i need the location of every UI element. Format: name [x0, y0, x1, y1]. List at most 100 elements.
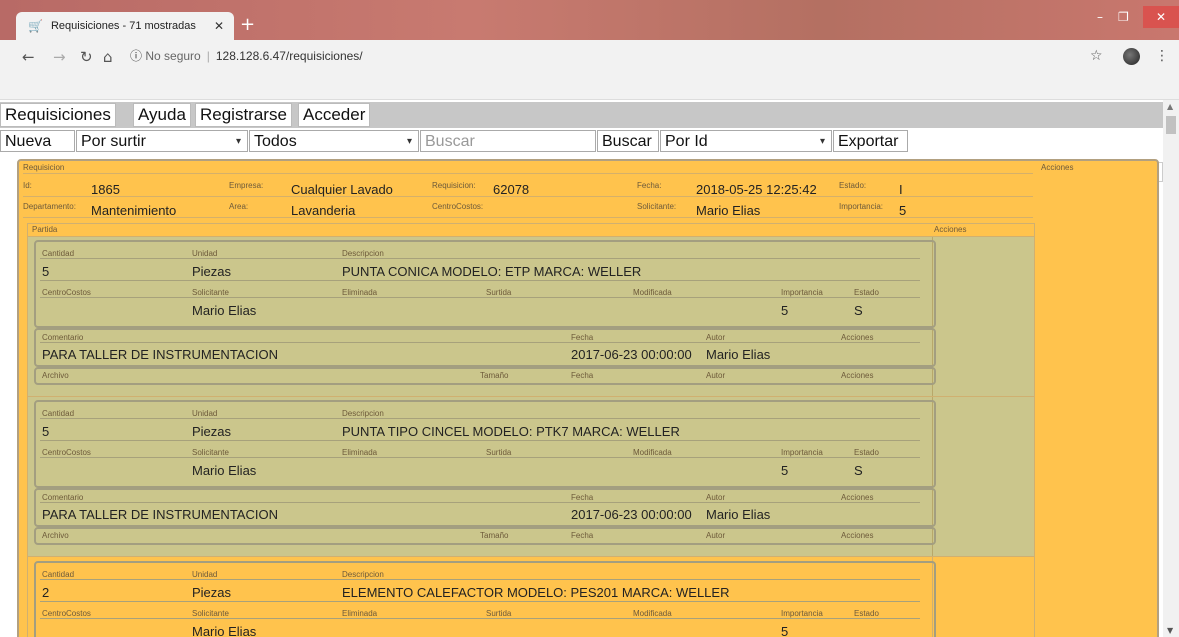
descripcion-value: PUNTA TIPO CINCEL MODELO: PTK7 MARCA: WE…: [342, 424, 680, 439]
scroll-thumb[interactable]: [1166, 116, 1176, 134]
requisicion-row-1: Id: 1865 Empresa: Cualquier Lavado Requi…: [23, 178, 1033, 197]
eliminada-label: Eliminada: [342, 448, 378, 457]
autor-label: Autor: [706, 531, 726, 540]
acciones-label: Acciones: [841, 531, 874, 540]
bookmarks-bar: [0, 77, 1179, 100]
scroll-down-icon[interactable]: ▼: [1167, 626, 1173, 635]
menu-acceder[interactable]: Acceder: [298, 103, 371, 127]
tamano-label: Tamaño: [480, 371, 509, 380]
fecha-value: 2017-06-23 00:00:00: [571, 507, 692, 522]
browser-tab[interactable]: 🛒 Requisiciones - 71 mostradas ✕: [16, 12, 234, 40]
menu-registrarse[interactable]: Registrarse: [195, 103, 292, 127]
partidas-panel: Partida Acciones Cantidad Unidad Descrip…: [27, 223, 1035, 637]
descripcion-value: PUNTA CONICA MODELO: ETP MARCA: WELLER: [342, 264, 642, 279]
new-tab-icon[interactable]: +: [240, 14, 255, 35]
url-security: No seguro: [145, 49, 201, 63]
modificada-label: Modificada: [633, 448, 672, 457]
fecha-label: Fecha: [571, 333, 594, 342]
id-value: 1865: [91, 182, 120, 197]
descripcion-label: Descripcion: [342, 409, 384, 418]
descripcion-label: Descripcion: [342, 249, 384, 258]
url-text: 128.128.6.47/requisiciones/: [215, 49, 363, 63]
page-scrollbar[interactable]: ▲ ▼: [1163, 100, 1179, 637]
cantidad-value: 2: [42, 585, 50, 600]
exportar-button[interactable]: Exportar: [833, 130, 908, 152]
solicitante-label: Solicitante: [192, 288, 229, 297]
scroll-up-icon[interactable]: ▲: [1167, 102, 1173, 111]
autor-label: Autor: [706, 371, 726, 380]
importancia-value: 5: [781, 303, 789, 318]
empresa-label: Empresa:: [229, 181, 264, 190]
requisicion-label: Requisicion:: [432, 181, 476, 190]
forward-icon[interactable]: →: [53, 48, 66, 66]
orden-select[interactable]: Por Id ▾: [660, 130, 832, 152]
fecha-label: Fecha: [571, 371, 594, 380]
divider: [40, 457, 920, 458]
nueva-button[interactable]: Nueva: [0, 130, 75, 152]
id-label: Id:: [23, 181, 32, 190]
departamento-value: Mantenimiento: [91, 203, 177, 218]
comentario-box: Comentario Fecha Autor Acciones PARA TAL…: [34, 488, 936, 527]
solicitante-value: Mario Elias: [192, 463, 257, 478]
unidad-label: Unidad: [192, 570, 218, 579]
cantidad-label: Cantidad: [42, 409, 75, 418]
search-input[interactable]: Buscar: [420, 130, 596, 152]
profile-avatar[interactable]: [1123, 48, 1140, 65]
todos-select[interactable]: Todos ▾: [249, 130, 419, 152]
partida-detail-box: Cantidad Unidad Descripcion 5 Piezas PUN…: [34, 240, 936, 328]
page-content: Requisiciones Ayuda Registrarse Acceder …: [0, 100, 1163, 637]
importancia-label: Importancia: [781, 448, 823, 457]
filter-bar: Nueva Por surtir ▾ Todos ▾ Buscar Buscar P…: [0, 130, 1163, 182]
eliminada-label: Eliminada: [342, 288, 378, 297]
home-icon[interactable]: ⌂: [103, 48, 113, 66]
tamano-label: Tamaño: [480, 531, 509, 540]
restore-icon[interactable]: ❐: [1118, 10, 1129, 24]
archivo-label: Archivo: [42, 371, 69, 380]
empresa-value: Cualquier Lavado: [291, 182, 393, 197]
centrocostos-label: CentroCostos: [42, 448, 91, 457]
eliminada-label: Eliminada: [342, 609, 378, 618]
chevron-down-icon: ▾: [819, 136, 825, 147]
close-window-icon[interactable]: ✕: [1143, 6, 1179, 28]
divider: [40, 579, 920, 580]
menu-dots-icon[interactable]: ⋮: [1155, 48, 1169, 64]
solicitante-value: Mario Elias: [696, 203, 761, 218]
cart-icon: 🛒: [28, 19, 43, 33]
address-bar[interactable]: ⓘ No seguro | 128.128.6.47/requisiciones/: [130, 47, 363, 64]
minimize-icon[interactable]: –: [1097, 10, 1103, 24]
departamento-label: Departamento:: [23, 202, 76, 211]
search-button[interactable]: Buscar: [597, 130, 659, 152]
acciones-label: Acciones: [841, 371, 874, 380]
chevron-down-icon: ▾: [235, 136, 241, 147]
autor-value: Mario Elias: [706, 347, 771, 362]
solicitante-label: Solicitante:: [637, 202, 677, 211]
estado-select[interactable]: Por surtir ▾: [76, 130, 248, 152]
cantidad-value: 5: [42, 424, 50, 439]
importancia-label: Importancia:: [839, 202, 884, 211]
cantidad-value: 5: [42, 264, 50, 279]
reload-icon[interactable]: ↻: [80, 48, 93, 66]
divider: [40, 297, 920, 298]
fecha-label: Fecha: [571, 493, 594, 502]
partida-detail-box: Cantidad Unidad Descripcion 5 Piezas PUN…: [34, 400, 936, 488]
acciones-label: Acciones: [841, 493, 874, 502]
surtida-label: Surtida: [486, 609, 512, 618]
back-icon[interactable]: ←: [22, 48, 35, 66]
requisicion-value: 62078: [493, 182, 530, 197]
todos-select-value: Todos: [254, 133, 297, 150]
chevron-down-icon: ▾: [406, 136, 412, 147]
fecha-label: Fecha: [571, 531, 594, 540]
archivo-box: Archivo Tamaño Fecha Autor Acciones: [34, 527, 936, 545]
menu-ayuda[interactable]: Ayuda: [133, 103, 191, 127]
menu-requisiciones[interactable]: Requisiciones: [0, 103, 116, 127]
autor-value: Mario Elias: [706, 507, 771, 522]
comentario-box: Comentario Fecha Autor Acciones PARA TAL…: [34, 328, 936, 367]
importancia-label: Importancia: [781, 609, 823, 618]
unidad-value: Piezas: [192, 585, 232, 600]
divider: [40, 440, 920, 441]
tab-close-icon[interactable]: ✕: [214, 19, 224, 33]
estado-label: Estado:: [839, 181, 867, 190]
unidad-value: Piezas: [192, 424, 232, 439]
bookmark-star-icon[interactable]: ☆: [1090, 48, 1103, 64]
fecha-value: 2017-06-23 00:00:00: [571, 347, 692, 362]
